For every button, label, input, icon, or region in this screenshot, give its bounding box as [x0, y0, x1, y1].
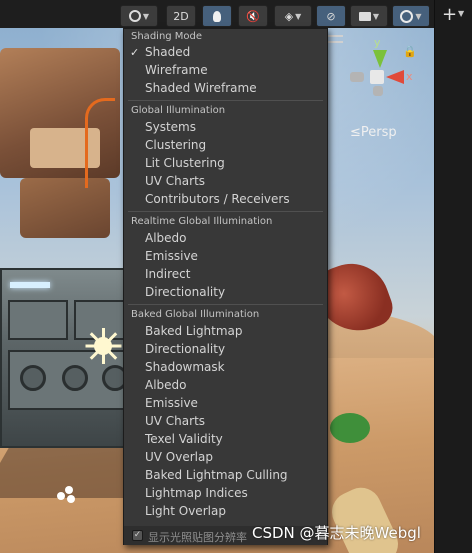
menu-item[interactable]: Emissive [145, 249, 198, 263]
crate-panel [8, 300, 68, 340]
sphere-shading-icon [128, 10, 141, 22]
mode-2d-button[interactable]: 2D [166, 5, 196, 27]
camera-dropdown[interactable]: ▼ [350, 5, 388, 27]
watermark: CSDN @暮志未晚Webgl [252, 524, 421, 542]
menu-section-header: Realtime Global Illumination [131, 216, 273, 227]
axis-x-arrow[interactable] [386, 70, 404, 84]
menu-item[interactable]: Baked Lightmap [145, 324, 243, 338]
menu-section-header: Global Illumination [131, 105, 226, 116]
menu-item[interactable]: UV Overlap [145, 450, 213, 464]
light-probe-icon[interactable] [57, 486, 79, 504]
menu-item[interactable]: Wireframe [145, 63, 208, 77]
menu-item[interactable]: UV Charts [145, 414, 205, 428]
axis-y-label: y [374, 36, 381, 49]
scene-visibility-toggle[interactable]: ⊘ [316, 5, 346, 27]
menu-item[interactable]: Lightmap Indices [145, 486, 248, 500]
audio-toggle[interactable]: 🔇 [238, 5, 268, 27]
gizmos-globe-icon [400, 9, 414, 23]
menu-item[interactable]: Lit Clustering [145, 156, 225, 170]
menu-item[interactable]: Albedo [145, 231, 187, 245]
lightbulb-icon [213, 10, 221, 22]
menu-item[interactable]: Clustering [145, 138, 206, 152]
crate-vent [20, 365, 46, 391]
panel-menu-icon[interactable] [327, 35, 343, 43]
crate-vent [62, 365, 88, 391]
chevron-down-icon[interactable]: ▼ [458, 9, 464, 18]
gizmo-center-cube[interactable] [370, 70, 384, 84]
lightmap-resolution-checkbox[interactable]: ✓ [132, 530, 143, 541]
right-panel-strip [434, 0, 472, 553]
axis-neg-y-handle[interactable] [373, 86, 383, 96]
shading-mode-dropdown[interactable]: ▼ [120, 5, 158, 27]
menu-section-header: Shading Mode [131, 31, 203, 42]
menu-item[interactable]: Shadowmask [145, 360, 225, 374]
crate-light-strip [10, 282, 50, 288]
selection-outline [85, 98, 115, 188]
menu-item[interactable]: Albedo [145, 378, 187, 392]
scene-toolbar: ▼ 2D 🔇 ◈ ▼ ⊘ ▼ ▼ [110, 5, 434, 27]
hidden-eye-icon: ⊘ [326, 9, 336, 23]
gizmos-dropdown[interactable]: ▼ [392, 5, 430, 27]
add-button[interactable]: + [442, 6, 457, 24]
menu-item[interactable]: Texel Validity [145, 432, 223, 446]
audio-muted-icon: 🔇 [246, 9, 260, 23]
lightmap-resolution-label: 显示光照贴图分辨率 [148, 531, 247, 544]
axis-neg-x-handle[interactable] [350, 72, 364, 82]
camera-icon [358, 11, 371, 21]
menu-separator [128, 211, 323, 212]
effects-dropdown[interactable]: ◈ ▼ [274, 5, 312, 27]
effects-layers-icon: ◈ [284, 9, 294, 23]
check-icon: ✓ [130, 46, 140, 59]
chevron-down-icon: ▼ [415, 11, 422, 21]
green-plant [330, 413, 370, 443]
directional-light-sun-icon[interactable] [85, 328, 122, 364]
menu-item[interactable]: Systems [145, 120, 196, 134]
menu-item[interactable]: Directionality [145, 285, 225, 299]
menu-item[interactable]: Baked Lightmap Culling [145, 468, 288, 482]
lock-icon[interactable]: 🔒 [403, 45, 417, 58]
menu-separator [128, 100, 323, 101]
chevron-down-icon: ▼ [142, 11, 150, 21]
shading-mode-menu: Shading Mode ✓ Shaded Wireframe Shaded Wiref… [123, 28, 328, 545]
axis-x-label: x [406, 70, 413, 83]
orientation-gizmo[interactable]: y x [344, 36, 413, 108]
menu-item[interactable]: UV Charts [145, 174, 205, 188]
menu-item[interactable]: Light Overlap [145, 504, 226, 518]
menu-section-header: Baked Global Illumination [131, 309, 260, 320]
axis-y-arrow[interactable] [373, 50, 387, 68]
lighting-toggle[interactable] [202, 5, 232, 27]
menu-separator [128, 304, 323, 305]
chevron-down-icon: ▼ [372, 11, 380, 21]
menu-item[interactable]: Indirect [145, 267, 190, 281]
menu-item[interactable]: Shaded [145, 45, 190, 59]
projection-label[interactable]: ≤Persp [350, 125, 397, 140]
menu-item[interactable]: Contributors / Receivers [145, 192, 290, 206]
chevron-down-icon: ▼ [295, 11, 302, 21]
menu-item[interactable]: Emissive [145, 396, 198, 410]
menu-item[interactable]: Directionality [145, 342, 225, 356]
menu-item[interactable]: Shaded Wireframe [145, 81, 257, 95]
